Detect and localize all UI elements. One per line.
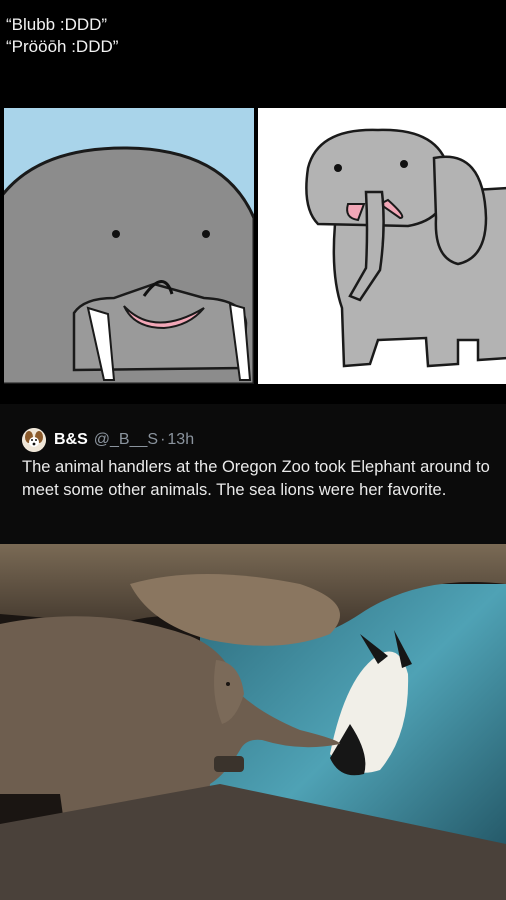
tweet-author-name[interactable]: B&S bbox=[54, 431, 88, 449]
meme-caption: “Blubb :DDD” “Prööōh :DDD” bbox=[6, 14, 118, 58]
elephant-drawing bbox=[258, 108, 506, 384]
drawing-panels bbox=[0, 108, 506, 384]
dog-avatar-icon[interactable] bbox=[22, 428, 46, 452]
caption-line-2: “Prööōh :DDD” bbox=[6, 37, 119, 56]
caption-line-1: “Blubb :DDD” bbox=[6, 15, 108, 34]
tweet-author-handle[interactable]: @_B__S bbox=[94, 431, 158, 449]
tweet-timestamp[interactable]: 13h bbox=[167, 431, 194, 449]
tweet-time-separator: · bbox=[160, 431, 166, 448]
tweet: B&S @_B__S · 13h The animal handlers at … bbox=[0, 404, 506, 544]
tweet-header: B&S @_B__S · 13h bbox=[22, 428, 194, 452]
elephant-and-sea-lion-photo bbox=[0, 544, 506, 900]
walrus-drawing bbox=[4, 108, 254, 384]
tweet-text: The animal handlers at the Oregon Zoo to… bbox=[22, 458, 490, 499]
